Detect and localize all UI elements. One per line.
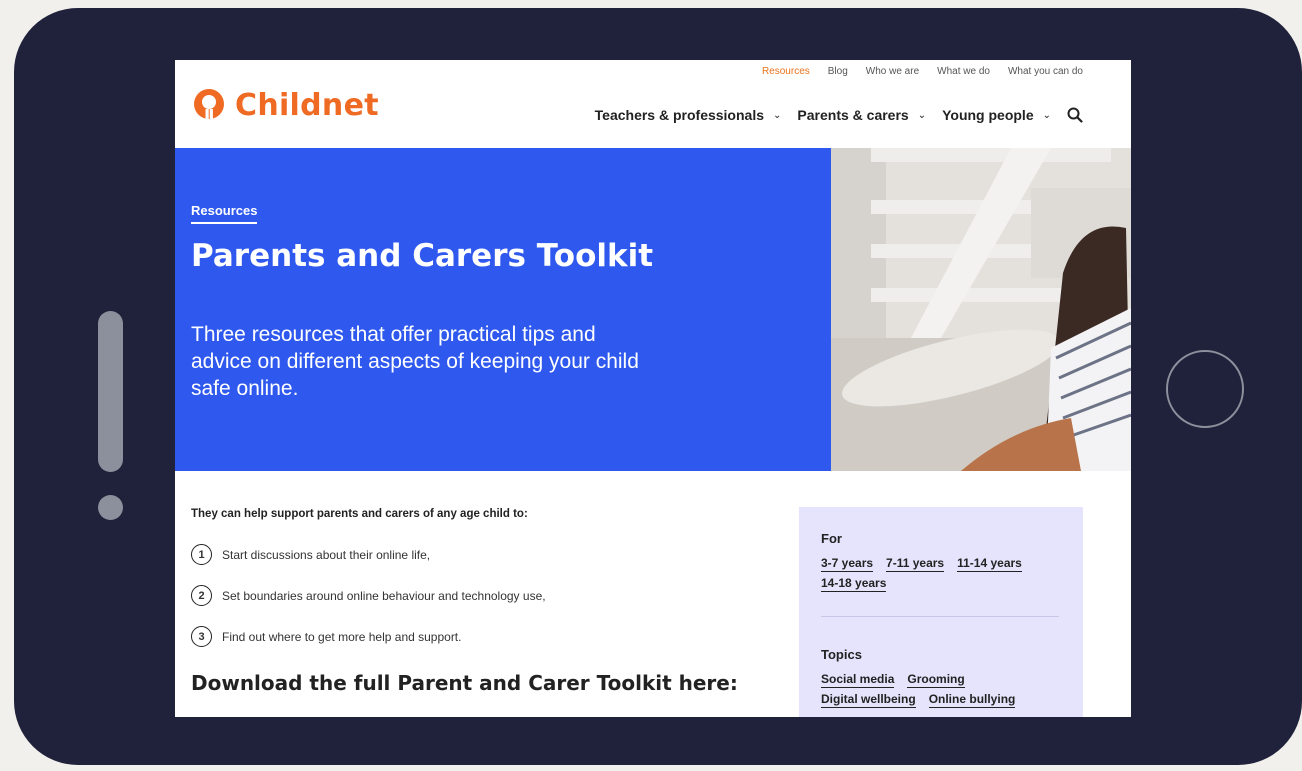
topic-tag[interactable]: Digital wellbeing [821, 692, 916, 708]
nav-teachers-professionals[interactable]: Teachers & professionals ⌄ [595, 107, 782, 123]
webpage-screen: Resources Blog Who we are What we do Wha… [175, 60, 1131, 717]
topic-tags: Social media Grooming Digital wellbeing … [821, 672, 1043, 708]
topic-tag[interactable]: Grooming [907, 672, 965, 688]
nav-label: Parents & carers [797, 107, 909, 123]
list-item: 3 Find out where to get more help and su… [191, 616, 791, 657]
brand-name: Childnet [235, 87, 379, 123]
age-tags: 3-7 years 7-11 years 11-14 years 14-18 y… [821, 556, 1043, 592]
step-text: Start discussions about their online lif… [222, 547, 431, 562]
utility-nav: Resources Blog Who we are What we do Wha… [762, 66, 1083, 77]
age-tag[interactable]: 14-18 years [821, 576, 887, 592]
chevron-down-icon: ⌄ [773, 109, 782, 121]
nav-parents-carers[interactable]: Parents & carers ⌄ [797, 107, 926, 123]
hero-image [831, 148, 1131, 471]
age-tag[interactable]: 3-7 years [821, 556, 874, 572]
hero-subtitle: Three resources that offer practical tip… [191, 323, 639, 400]
topic-tag[interactable]: Social media [821, 672, 895, 688]
step-text: Find out where to get more help and supp… [222, 629, 462, 644]
volume-button [98, 311, 123, 472]
chevron-down-icon: ⌄ [1042, 109, 1051, 121]
util-nav-blog[interactable]: Blog [828, 66, 848, 77]
sidebar-divider [821, 616, 1059, 617]
chevron-down-icon: ⌄ [917, 109, 927, 121]
main-nav: Teachers & professionals ⌄ Parents & car… [595, 107, 1083, 123]
util-nav-resources[interactable]: Resources [762, 66, 810, 77]
intro-text: They can help support parents and carers… [191, 508, 528, 520]
nav-young-people[interactable]: Young people ⌄ [942, 107, 1051, 123]
step-number: 1 [191, 544, 212, 565]
steps-list: 1 Start discussions about their online l… [191, 534, 791, 657]
nav-label: Young people [942, 107, 1034, 123]
filter-sidebar: For 3-7 years 7-11 years 11-14 years 14-… [799, 507, 1083, 717]
search-icon[interactable] [1067, 107, 1083, 123]
step-number: 2 [191, 585, 212, 606]
download-heading: Download the full Parent and Carer Toolk… [191, 671, 738, 695]
list-item: 1 Start discussions about their online l… [191, 534, 791, 575]
topics-label: Topics [821, 647, 862, 662]
brand-logo[interactable]: Childnet [191, 87, 379, 123]
step-number: 3 [191, 626, 212, 647]
page-title: Parents and Carers Toolkit [191, 238, 654, 274]
step-text: Set boundaries around online behaviour a… [222, 588, 546, 603]
breadcrumb[interactable]: Resources [191, 203, 258, 224]
hero-banner: Resources Parents and Carers Toolkit Thr… [175, 148, 831, 471]
main-content: They can help support parents and carers… [191, 508, 791, 695]
for-label: For [821, 531, 842, 546]
home-button[interactable] [1166, 350, 1244, 428]
util-nav-who-we-are[interactable]: Who we are [866, 66, 919, 77]
camera-dot [98, 495, 123, 520]
nav-label: Teachers & professionals [594, 107, 765, 123]
util-nav-what-you-can-do[interactable]: What you can do [1008, 66, 1083, 77]
childnet-logo-icon [194, 89, 224, 121]
list-item: 2 Set boundaries around online behaviour… [191, 575, 791, 616]
topic-tag[interactable]: Online bullying [928, 692, 1016, 708]
age-tag[interactable]: 7-11 years [886, 556, 945, 572]
util-nav-what-we-do[interactable]: What we do [937, 66, 990, 77]
age-tag[interactable]: 11-14 years [957, 556, 1022, 572]
